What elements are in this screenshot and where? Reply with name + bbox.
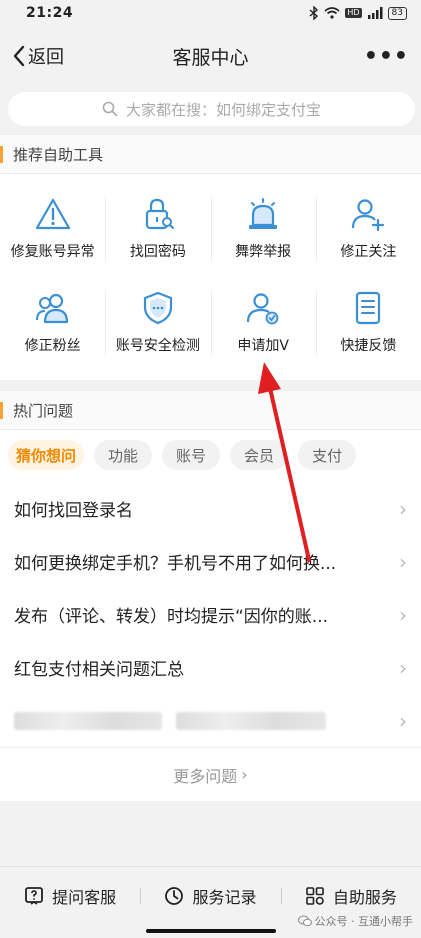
tool-fix-following[interactable]: 修正关注 <box>315 182 421 276</box>
warning-triangle-icon <box>35 198 70 230</box>
chevron-right-icon: › <box>399 496 407 521</box>
tool-label: 修正关注 <box>340 244 397 260</box>
chip-membership[interactable]: 会员 <box>230 440 289 470</box>
home-indicator[interactable] <box>146 929 276 933</box>
signal-icon <box>367 7 383 19</box>
clock-icon <box>165 886 184 905</box>
search-icon <box>102 101 118 117</box>
shield-icon <box>143 291 172 325</box>
question-item[interactable]: 红包支付相关问题汇总 › <box>0 641 421 694</box>
tool-label: 快捷反馈 <box>340 338 397 354</box>
grid-icon <box>306 886 324 905</box>
self-service-button[interactable]: 自助服务 <box>280 884 421 908</box>
more-questions-label: 更多问题 <box>173 766 238 786</box>
status-time: 21:24 <box>26 5 74 21</box>
question-text: 如何找回登录名 <box>14 501 133 521</box>
chevron-right-icon: › <box>399 708 407 733</box>
watermark-text: 公众号 · 互通小帮手 <box>314 915 414 928</box>
tool-row-1: 修复账号异常 找回密码 舞弊举报 修正关注 <box>0 182 421 276</box>
nav-bar: 返回 客服中心 ••• <box>0 26 421 86</box>
section-accent-bar <box>0 401 3 419</box>
question-item[interactable]: 如何找回登录名 › <box>0 482 421 535</box>
self-service-label: 自助服务 <box>332 887 397 907</box>
search-bar: 大家都在搜：如何绑定支付宝 <box>0 86 421 134</box>
question-box-icon <box>25 886 44 905</box>
chip-guess[interactable]: 猜你想问 <box>8 440 85 470</box>
chevron-left-icon <box>13 45 25 67</box>
ask-support-button[interactable]: 提问客服 <box>0 884 140 908</box>
tool-label: 账号安全检测 <box>115 338 200 354</box>
question-text: 如何更换绑定手机？手机号不用了如何换... <box>14 554 337 574</box>
chevron-right-icon: › <box>241 765 248 784</box>
watermark: 公众号 · 互通小帮手 <box>297 913 414 929</box>
hot-section-title: 热门问题 <box>13 401 74 420</box>
hot-questions-section: 热门问题 猜你想问 功能 账号 会员 支付 如何找回登录名 › 如何更换绑定手机… <box>0 390 421 801</box>
page-title: 客服中心 <box>172 46 249 69</box>
redacted-text <box>14 711 326 730</box>
question-text: 红包支付相关问题汇总 <box>14 660 184 680</box>
section-gap <box>0 380 421 390</box>
tool-label: 修复账号异常 <box>10 244 95 260</box>
chevron-right-icon: › <box>399 655 407 680</box>
chip-account[interactable]: 账号 <box>162 440 221 470</box>
hd-badge: HD <box>345 8 362 18</box>
tool-label: 修正粉丝 <box>24 338 81 354</box>
wechat-icon <box>297 915 312 927</box>
tool-fix-fans[interactable]: 修正粉丝 <box>0 276 105 370</box>
siren-icon <box>249 198 278 229</box>
document-list-icon <box>356 291 381 325</box>
chevron-right-icon: › <box>399 602 407 627</box>
back-button[interactable]: 返回 <box>12 43 64 69</box>
tool-label: 找回密码 <box>129 244 186 260</box>
chevron-right-icon: › <box>399 549 407 574</box>
tool-apply-verified[interactable]: 申请加V <box>210 276 316 370</box>
self-service-tools: 修复账号异常 找回密码 舞弊举报 修正关注 修正粉丝 账号安全检测 申请加V 快… <box>0 174 421 380</box>
more-menu-button[interactable]: ••• <box>364 44 409 69</box>
redaction-block <box>176 711 326 730</box>
service-records-label: 服务记录 <box>192 887 257 907</box>
hot-section-header: 热门问题 <box>0 390 421 430</box>
tool-fraud-report[interactable]: 舞弊举报 <box>210 182 316 276</box>
battery-indicator: 83 <box>387 6 407 20</box>
user-add-icon <box>352 199 385 231</box>
tools-section-title: 推荐自助工具 <box>13 145 104 164</box>
users-icon <box>35 293 68 324</box>
chip-payment[interactable]: 支付 <box>298 440 357 470</box>
question-item[interactable]: 发布（评论、转发）时均提示“因你的账... › <box>0 588 421 641</box>
status-icons: HD 83 <box>309 6 407 20</box>
tool-recover-password[interactable]: 找回密码 <box>105 182 210 276</box>
page-background <box>0 801 421 869</box>
back-label: 返回 <box>28 47 64 68</box>
tool-label: 舞弊举报 <box>235 244 292 260</box>
redaction-block <box>14 711 162 730</box>
tools-section-header: 推荐自助工具 <box>0 134 421 174</box>
user-verified-icon <box>247 293 279 325</box>
search-input[interactable]: 大家都在搜：如何绑定支付宝 <box>8 92 415 126</box>
tool-row-2: 修正粉丝 账号安全检测 申请加V 快捷反馈 <box>0 276 421 370</box>
question-text: 发布（评论、转发）时均提示“因你的账... <box>14 607 329 627</box>
status-bar: 21:24 HD 83 <box>0 0 421 26</box>
question-item-redacted[interactable]: › <box>0 694 421 747</box>
more-questions-link[interactable]: 更多问题 › <box>0 747 421 801</box>
chip-features[interactable]: 功能 <box>94 440 153 470</box>
ask-support-label: 提问客服 <box>52 887 117 907</box>
tool-account-security-check[interactable]: 账号安全检测 <box>105 276 210 370</box>
wifi-icon <box>324 7 340 19</box>
search-placeholder: 大家都在搜：如何绑定支付宝 <box>125 100 321 119</box>
tool-quick-feedback[interactable]: 快捷反馈 <box>315 276 421 370</box>
category-chips: 猜你想问 功能 账号 会员 支付 <box>0 430 421 482</box>
question-item[interactable]: 如何更换绑定手机？手机号不用了如何换... › <box>0 535 421 588</box>
lock-search-icon <box>145 198 174 230</box>
service-records-button[interactable]: 服务记录 <box>140 884 280 908</box>
bluetooth-icon <box>309 6 319 20</box>
tool-label: 申请加V <box>237 338 289 354</box>
tool-fix-account[interactable]: 修复账号异常 <box>0 182 105 276</box>
section-accent-bar <box>0 145 3 163</box>
